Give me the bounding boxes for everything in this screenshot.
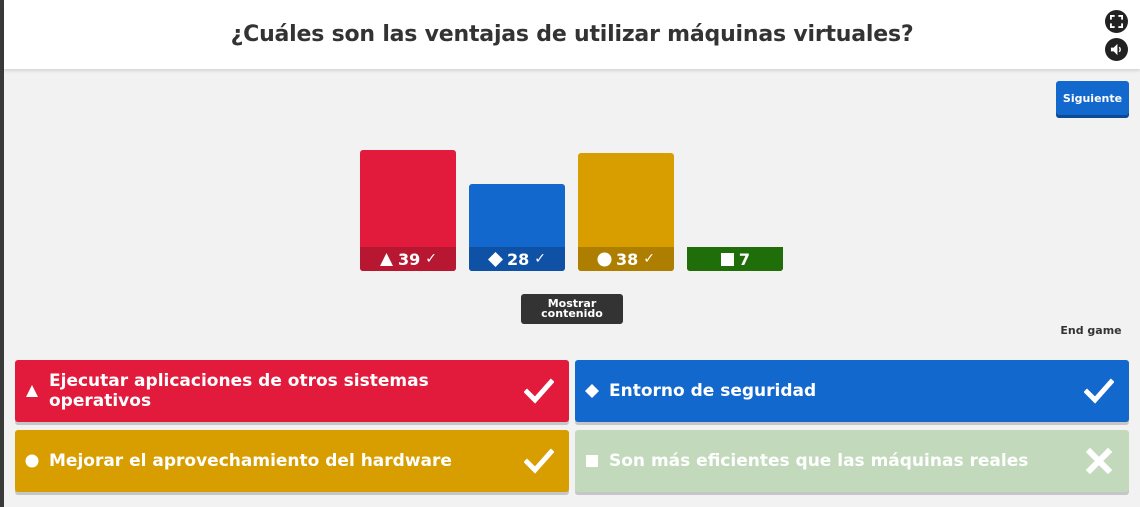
bar-count: 7 bbox=[738, 249, 751, 269]
check-icon: ✓ bbox=[534, 251, 546, 267]
bar-count: 39 bbox=[398, 249, 421, 269]
square-icon bbox=[586, 455, 598, 467]
answer-option-square[interactable]: Son más eficientes que las máquinas real… bbox=[575, 430, 1129, 492]
answer-text: Mejorar el aprovechamiento del hardware bbox=[49, 451, 452, 471]
chart-bar-triangle: 39 ✓ bbox=[360, 150, 456, 271]
show-media-button[interactable]: Mostrar contenido bbox=[521, 294, 623, 324]
answer-option-diamond[interactable]: Entorno de seguridad bbox=[575, 360, 1129, 422]
chart-bar-square: 7 bbox=[687, 247, 783, 271]
answer-text: Entorno de seguridad bbox=[609, 381, 817, 401]
answer-option-triangle[interactable]: Ejecutar aplicaciones de otros sistemas … bbox=[15, 360, 569, 422]
chart-bar-label: 28 ✓ bbox=[469, 247, 565, 271]
correct-check-icon bbox=[509, 448, 569, 474]
diamond-icon bbox=[488, 251, 503, 267]
answer-shape bbox=[585, 384, 599, 398]
chart-bar-diamond: 28 ✓ bbox=[469, 184, 565, 271]
correct-check-icon bbox=[509, 378, 569, 404]
answer-shape bbox=[25, 384, 39, 398]
answer-text: Son más eficientes que las máquinas real… bbox=[609, 451, 1029, 471]
chart-bar-label: 38 ✓ bbox=[578, 247, 674, 271]
chart-bar-label: 39 ✓ bbox=[360, 247, 456, 271]
answer-text: Ejecutar aplicaciones de otros sistemas … bbox=[49, 371, 429, 411]
answer-shape bbox=[25, 454, 39, 468]
answer-option-circle[interactable]: Mejorar el aprovechamiento del hardware bbox=[15, 430, 569, 492]
end-game-link[interactable]: End game bbox=[1050, 324, 1132, 337]
circle-icon bbox=[597, 252, 612, 266]
chart-bar-label: 7 bbox=[687, 247, 783, 271]
correct-check-icon bbox=[1069, 378, 1129, 404]
triangle-icon bbox=[380, 252, 393, 266]
answer-shape bbox=[585, 454, 599, 468]
check-icon: ✓ bbox=[425, 251, 437, 267]
diamond-icon bbox=[585, 384, 599, 398]
chart-bar-circle: 38 ✓ bbox=[578, 153, 674, 271]
bar-count: 38 bbox=[616, 249, 639, 269]
square-icon bbox=[720, 252, 734, 266]
bar-count: 28 bbox=[507, 249, 530, 269]
check-icon: ✓ bbox=[643, 251, 655, 267]
triangle-icon bbox=[26, 385, 38, 397]
circle-icon bbox=[25, 454, 39, 468]
incorrect-cross-icon bbox=[1069, 448, 1129, 474]
